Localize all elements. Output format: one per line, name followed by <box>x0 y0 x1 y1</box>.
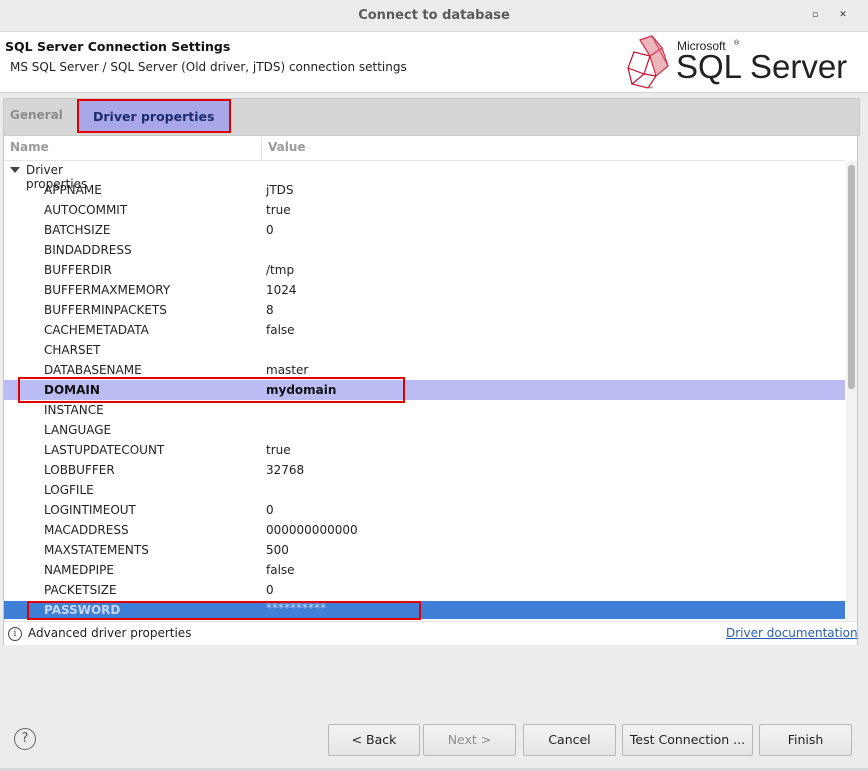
sql-server-logo-icon: Microsoft ® SQL Server ™ <box>627 35 847 92</box>
table-row[interactable]: AUTOCOMMIT true <box>4 200 845 220</box>
header-title: SQL Server Connection Settings <box>5 39 231 54</box>
property-name: LASTUPDATECOUNT <box>44 443 165 457</box>
table-header <box>4 136 846 161</box>
property-name: LOGFILE <box>44 483 94 497</box>
maximize-icon[interactable]: ▫ <box>808 8 822 22</box>
finish-button[interactable]: Finish <box>759 724 852 756</box>
property-name: BATCHSIZE <box>44 223 111 237</box>
property-value[interactable]: true <box>266 203 291 217</box>
property-value[interactable]: false <box>266 323 295 337</box>
highlight-box-password <box>27 601 421 620</box>
table-row[interactable]: BUFFERDIR/tmp <box>4 260 845 280</box>
property-name: PACKETSIZE <box>44 583 117 597</box>
property-value[interactable]: 32768 <box>266 463 304 477</box>
property-name: LOBBUFFER <box>44 463 115 477</box>
property-name: LANGUAGE <box>44 423 112 437</box>
property-name: BUFFERMAXMEMORY <box>44 283 171 297</box>
property-name: BINDADDRESS <box>44 243 132 257</box>
table-row[interactable]: CACHEMETADATA false <box>4 320 845 340</box>
window-title: Connect to database <box>358 8 510 23</box>
test-connection-button[interactable]: Test Connection ... <box>622 724 753 756</box>
property-name: BUFFERMINPACKETS <box>44 303 167 317</box>
table-row[interactable]: CHARSET <box>4 340 845 360</box>
property-name: CACHEMETADATA <box>44 323 149 337</box>
table-row[interactable]: LASTUPDATECOUNT true <box>4 440 845 460</box>
back-button[interactable]: < Back <box>328 724 420 756</box>
logo-reg-mark: ® <box>734 39 740 47</box>
property-value[interactable]: master <box>266 363 308 377</box>
property-value[interactable]: 0 <box>266 503 274 517</box>
property-value[interactable]: jTDS <box>266 183 294 197</box>
property-name: NAMEDPIPE <box>44 563 114 577</box>
info-icon: i <box>8 627 22 641</box>
highlight-box-domain <box>18 377 405 403</box>
table-row[interactable]: BATCHSIZE 0 <box>4 220 845 240</box>
table-row[interactable]: INSTANCE <box>4 400 845 420</box>
property-name: BUFFERDIR <box>44 263 112 277</box>
table-row[interactable]: LANGUAGE <box>4 420 845 440</box>
table-row[interactable]: LOBBUFFER 32768 <box>4 460 845 480</box>
scrollbar-thumb[interactable] <box>848 165 855 389</box>
property-name: APPNAME <box>44 183 102 197</box>
header-subtitle: MS SQL Server / SQL Server (Old driver, … <box>10 60 407 74</box>
property-value[interactable]: true <box>266 443 291 457</box>
property-name: INSTANCE <box>44 403 104 417</box>
property-name: CHARSET <box>44 343 101 357</box>
tab-driver-properties[interactable]: Driver properties <box>77 99 231 133</box>
column-header-value[interactable]: Value <box>268 140 306 154</box>
table-row[interactable]: BINDADDRESS <box>4 240 845 260</box>
logo-tm-mark: ™ <box>648 86 653 92</box>
property-value[interactable]: 0 <box>266 223 274 237</box>
property-name: AUTOCOMMIT <box>44 203 128 217</box>
property-value[interactable]: /tmp <box>266 263 294 277</box>
driver-documentation-link[interactable]: Driver documentation <box>726 626 858 640</box>
property-name: MACADDRESS <box>44 523 129 537</box>
table-row[interactable]: BUFFERMINPACKETS 8 <box>4 300 845 320</box>
table-row[interactable]: MAXSTATEMENTS 500 <box>4 540 845 560</box>
property-name: MAXSTATEMENTS <box>44 543 149 557</box>
table-row[interactable]: APPNAME jTDS <box>4 180 845 200</box>
table-row[interactable]: PACKETSIZE 0 <box>4 580 845 600</box>
advanced-properties-label: Advanced driver properties <box>28 626 192 640</box>
property-value[interactable]: 8 <box>266 303 274 317</box>
next-button[interactable]: Next > <box>423 724 516 756</box>
property-value[interactable]: false <box>266 563 295 577</box>
property-value[interactable]: 500 <box>266 543 289 557</box>
dialog-header: SQL Server Connection Settings MS SQL Se… <box>0 32 868 93</box>
table-row[interactable]: NAMEDPIPE false <box>4 560 845 580</box>
tab-driver-properties-label: Driver properties <box>93 109 215 124</box>
table-row[interactable]: LOGFILE <box>4 480 845 500</box>
table-row[interactable]: BUFFERMAXMEMORY 1024 <box>4 280 845 300</box>
column-divider[interactable] <box>261 137 262 160</box>
logo-large-text: SQL Server <box>676 48 847 85</box>
table-row[interactable]: MACADDRESS 000000000000 <box>4 520 845 540</box>
tab-general[interactable]: General <box>10 108 63 122</box>
help-icon[interactable]: ? <box>14 728 36 750</box>
property-name: DATABASENAME <box>44 363 142 377</box>
property-value[interactable]: 0 <box>266 583 274 597</box>
column-header-name[interactable]: Name <box>10 140 49 154</box>
property-name: LOGINTIMEOUT <box>44 503 136 517</box>
property-value[interactable]: 1024 <box>266 283 297 297</box>
close-icon[interactable]: ✕ <box>836 8 850 22</box>
table-row[interactable]: LOGINTIMEOUT 0 <box>4 500 845 520</box>
expand-arrow-icon[interactable] <box>10 167 20 173</box>
cancel-button[interactable]: Cancel <box>523 724 616 756</box>
property-value[interactable]: 000000000000 <box>266 523 358 537</box>
